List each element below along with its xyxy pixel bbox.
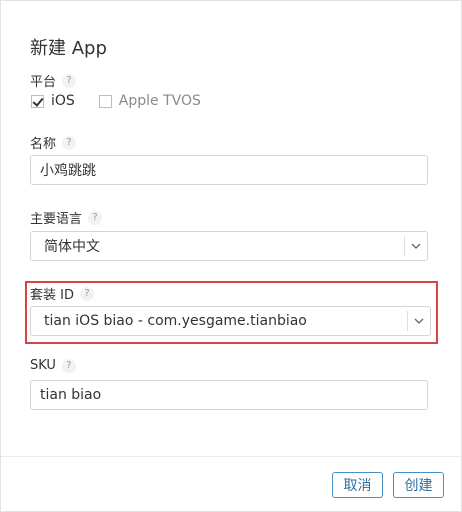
bundle-help-icon[interactable]: ? [79, 286, 94, 301]
checkbox-unchecked-icon[interactable] [98, 94, 112, 108]
create-button[interactable]: 创建 [393, 472, 444, 498]
language-select[interactable]: 简体中文 [30, 231, 428, 261]
name-help-icon[interactable]: ? [62, 135, 77, 150]
language-help-icon[interactable]: ? [88, 210, 103, 225]
dialog-title: 新建 App [30, 38, 107, 59]
sku-label: SKU [30, 358, 56, 373]
name-input-value: 小鸡跳跳 [40, 163, 96, 179]
new-app-dialog: 新建 App 平台 ? iOS Apple TVOS 名称 ? 小鸡跳跳 主要语… [0, 0, 462, 512]
platform-tvos-checkbox[interactable]: Apple TVOS [98, 93, 201, 109]
platform-ios-label: iOS [51, 93, 75, 109]
cancel-button[interactable]: 取消 [332, 472, 383, 498]
language-select-value: 简体中文 [44, 239, 100, 255]
sku-input-value: tian biao [40, 387, 102, 403]
bundle-label: 套装 ID [30, 288, 74, 303]
bundle-id-select[interactable]: tian iOS biao - com.yesgame.tianbiao [30, 306, 431, 336]
name-label-row: 名称 ? [30, 133, 77, 152]
bundle-id-select-value: tian iOS biao - com.yesgame.tianbiao [44, 313, 307, 329]
chevron-down-icon[interactable] [407, 311, 430, 331]
sku-label-row: SKU ? [30, 358, 76, 373]
platform-options: iOS Apple TVOS [31, 93, 201, 109]
language-label-row: 主要语言 ? [30, 208, 103, 227]
name-label: 名称 [30, 137, 57, 152]
sku-input[interactable]: tian biao [30, 380, 428, 410]
platform-tvos-label: Apple TVOS [118, 93, 201, 109]
checkbox-checked-icon[interactable] [31, 94, 44, 108]
footer-divider [1, 456, 461, 457]
bundle-label-row: 套装 ID ? [30, 284, 94, 303]
chevron-down-icon[interactable] [404, 236, 427, 256]
platform-label: 平台 [30, 75, 57, 90]
sku-help-icon[interactable]: ? [61, 358, 76, 373]
platform-ios-checkbox[interactable]: iOS [31, 93, 75, 109]
platform-label-row: 平台 ? [30, 71, 77, 90]
name-input[interactable]: 小鸡跳跳 [30, 155, 428, 185]
platform-help-icon[interactable]: ? [62, 73, 77, 88]
language-label: 主要语言 [30, 212, 83, 227]
